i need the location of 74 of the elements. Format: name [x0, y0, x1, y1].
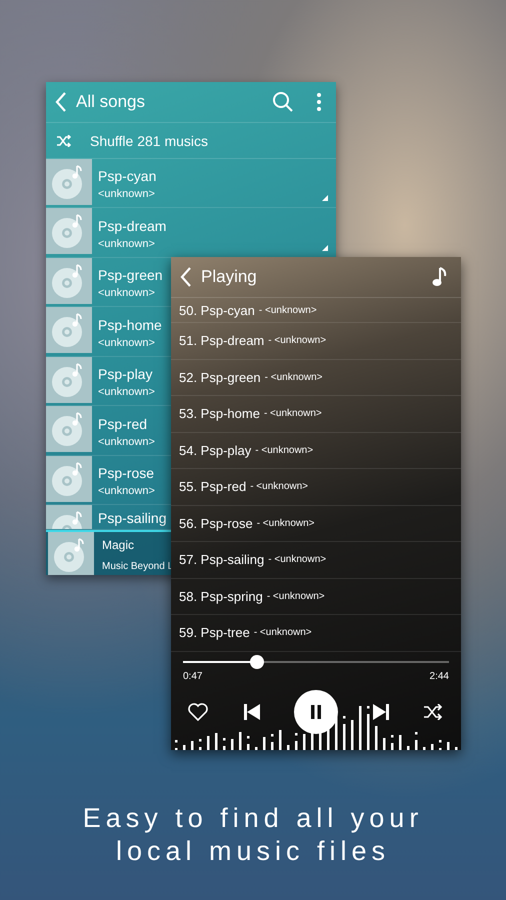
pause-button[interactable]: [294, 690, 338, 734]
song-artist: <unknown>: [98, 287, 156, 299]
caption-line: Easy to find all your: [82, 803, 424, 834]
song-artist: <unknown>: [98, 188, 156, 200]
song-title: Psp-home: [98, 316, 162, 332]
menu-icon[interactable]: [316, 92, 322, 112]
queue-row[interactable]: 56. Psp-rose - <unknown>: [171, 506, 461, 542]
song-title: Psp-play: [98, 366, 154, 382]
song-title: Psp-cyan: [98, 168, 156, 184]
queue-row[interactable]: 58. Psp-spring - <unknown>: [171, 578, 461, 615]
screen-title: All songs: [76, 92, 146, 112]
back-icon[interactable]: [179, 266, 193, 288]
song-artist: - <unknown>: [268, 335, 326, 346]
song-title: Psp-red: [98, 416, 148, 432]
shuffle-icon: [56, 134, 72, 146]
corner-triangle-icon: [322, 195, 328, 201]
song-artist: - <unknown>: [256, 518, 315, 529]
song-title: 53. Psp-home: [179, 406, 260, 422]
song-artist: - <unknown>: [264, 408, 322, 420]
song-row[interactable]: Psp-rose <unknown>: [46, 456, 171, 505]
song-title: 50. Psp-cyan: [179, 302, 255, 318]
song-title: 56. Psp-rose: [179, 516, 253, 531]
song-artist: <unknown>: [98, 485, 155, 497]
song-artist: <unknown>: [98, 336, 156, 348]
caption-line: local music files: [116, 836, 390, 867]
queue-row[interactable]: 55. Psp-red - <unknown>: [171, 469, 461, 506]
queue-row[interactable]: 54. Psp-play - <unknown>: [171, 432, 461, 469]
seek-bar[interactable]: [183, 654, 449, 668]
song-artist: - <unknown>: [255, 444, 314, 456]
song-artist: - <unknown>: [258, 304, 317, 316]
next-button[interactable]: [372, 702, 390, 720]
song-artist: - <unknown>: [264, 372, 322, 383]
queue-row[interactable]: 57. Psp-sailing - <unknown>: [171, 542, 461, 578]
song-row[interactable]: Psp-home <unknown>: [46, 307, 171, 357]
queue-row[interactable]: 51. Psp-dream - <unknown>: [171, 323, 461, 360]
song-title: Psp-rose: [98, 465, 155, 481]
song-artist: <unknown>: [98, 386, 155, 398]
queue-row[interactable]: 53. Psp-home - <unknown>: [171, 396, 461, 432]
song-row[interactable]: Psp-red <unknown>: [46, 406, 171, 456]
song-title: 54. Psp-play: [179, 442, 252, 458]
song-artist: - <unknown>: [268, 554, 326, 566]
song-artist: <unknown>: [98, 436, 155, 448]
corner-triangle-icon: [322, 245, 328, 251]
song-row[interactable]: Psp-green <unknown>: [46, 258, 171, 307]
song-artist: <unknown>: [98, 238, 156, 250]
song-title: Psp-dream: [98, 218, 166, 234]
song-artist: - <unknown>: [254, 627, 312, 638]
elapsed-time: 0:47: [183, 670, 202, 682]
song-title: Magic: [102, 538, 136, 552]
song-title: 55. Psp-red: [179, 479, 246, 494]
total-time: 2:44: [430, 670, 449, 682]
song-artist: - <unknown>: [250, 481, 308, 492]
song-title: 57. Psp-sailing: [179, 552, 264, 568]
back-icon[interactable]: [54, 91, 68, 113]
screen-title: Playing: [201, 267, 258, 287]
song-title: 58. Psp-spring: [179, 588, 263, 604]
song-artist: - <unknown>: [266, 590, 325, 602]
music-note-icon[interactable]: [431, 267, 447, 287]
song-title: Psp-green: [98, 267, 163, 283]
song-title: 52. Psp-green: [179, 370, 261, 385]
shuffle-label: Shuffle 281 musics: [90, 132, 208, 148]
shuffle-button[interactable]: [423, 704, 443, 720]
pause-icon: [310, 704, 322, 718]
search-icon[interactable]: [272, 91, 294, 113]
song-row[interactable]: Psp-play <unknown>: [46, 357, 171, 406]
queue-row[interactable]: 59. Psp-tree - <unknown>: [171, 615, 461, 652]
heart-button[interactable]: [187, 702, 209, 722]
queue-row[interactable]: 50. Psp-cyan - <unknown>: [171, 298, 461, 323]
song-title: 59. Psp-tree: [179, 625, 250, 640]
previous-button[interactable]: [242, 702, 260, 720]
song-title: Psp-sailing: [98, 510, 166, 526]
song-title: 51. Psp-dream: [179, 333, 264, 348]
queue-row[interactable]: 52. Psp-green - <unknown>: [171, 360, 461, 396]
seek-thumb[interactable]: [250, 654, 264, 668]
